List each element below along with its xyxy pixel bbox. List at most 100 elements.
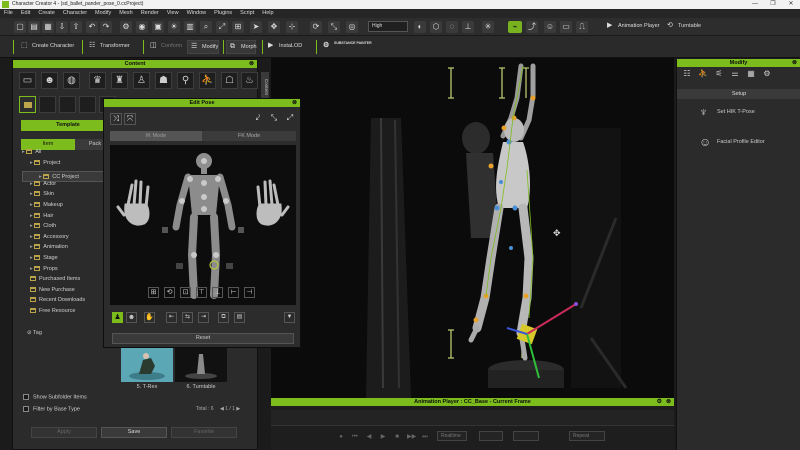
template-folder-icon[interactable] — [19, 96, 36, 113]
paste-icon[interactable]: ▤ — [234, 312, 245, 323]
filter-base-checkbox[interactable]: Filter by Base Type — [23, 406, 80, 412]
show-subfolder-checkbox[interactable]: Show Subfolder Items — [23, 394, 87, 400]
stop-icon[interactable]: ■ — [393, 433, 401, 441]
body-select-icon[interactable]: ♟ — [112, 312, 123, 323]
save-project-icon[interactable]: ▦ — [42, 21, 54, 33]
head-select-icon[interactable]: ☻ — [126, 312, 137, 323]
next-frame-icon[interactable]: ▶▶ — [407, 433, 416, 441]
redo-icon[interactable]: ↷ — [100, 21, 112, 33]
menu-view[interactable]: View — [163, 9, 183, 18]
skin-category-icon[interactable]: ◍ — [63, 72, 80, 89]
minimize-button[interactable]: — — [746, 0, 764, 9]
paste-pose-icon[interactable]: ⤢ — [284, 113, 296, 125]
new-project-icon[interactable]: ▢ — [14, 21, 26, 33]
checker-icon[interactable]: ▦ — [745, 69, 757, 79]
mirror-icon[interactable]: ⤦ — [252, 113, 264, 125]
mirror-left-icon[interactable]: ⇆ — [182, 312, 193, 323]
tab-template[interactable]: Template — [21, 120, 115, 131]
accessory-category-icon[interactable]: ♙ — [133, 72, 150, 89]
tree-item[interactable]: Free Resource — [22, 306, 115, 317]
hand-select-icon[interactable]: ✋ — [144, 312, 155, 323]
effector-icon[interactable]: ⊣ — [244, 287, 255, 298]
close-window-button[interactable]: ✕ — [782, 0, 800, 9]
tree-item[interactable]: ▸ Props — [22, 264, 115, 275]
light-icon[interactable]: ☀ — [168, 21, 180, 33]
fit-view-icon[interactable]: ⤢ — [216, 21, 228, 33]
stage-icon[interactable]: ▥ — [184, 21, 196, 33]
close-icon[interactable]: ⊗ — [249, 60, 254, 68]
tree-item[interactable]: New Purchase — [22, 285, 115, 296]
reach-icon[interactable]: ⊥ — [212, 287, 223, 298]
play-icon[interactable]: ▶ — [379, 433, 387, 441]
xray-icon[interactable]: ◌ — [446, 21, 458, 33]
pagination[interactable]: ◀ 1 / 1 ▶ — [220, 406, 240, 412]
morph-slider-icon[interactable]: ☷ — [681, 69, 693, 79]
maximize-button[interactable]: ❐ — [764, 0, 782, 9]
align-icon[interactable]: ⊞ — [148, 287, 159, 298]
menu-character[interactable]: Character — [59, 9, 91, 18]
bone-icon[interactable]: ⊥ — [462, 21, 474, 33]
shading-icon[interactable]: ◐ — [414, 21, 426, 33]
menu-window[interactable]: Window — [183, 9, 211, 18]
import-icon[interactable]: ⇩ — [56, 21, 68, 33]
open-project-icon[interactable]: ▤ — [28, 21, 40, 33]
move-icon[interactable]: ✥ — [268, 21, 280, 33]
save-button[interactable]: Save — [101, 427, 167, 438]
prev-key-icon[interactable]: ⇤ — [166, 312, 177, 323]
frame-input[interactable] — [479, 431, 503, 441]
folder-icon[interactable] — [59, 96, 76, 113]
rotate-bone-icon[interactable]: ⟲ — [164, 287, 175, 298]
camera-icon[interactable]: ▣ — [152, 21, 164, 33]
pin-icon[interactable]: ⊤ — [196, 287, 207, 298]
mocap-icon[interactable]: ⎍ — [576, 21, 588, 33]
menu-create[interactable]: Create — [34, 9, 59, 18]
project-category-icon[interactable]: ▭ — [19, 72, 36, 89]
last-frame-icon[interactable]: ⏭ — [421, 433, 429, 441]
undo-icon[interactable]: ↶ — [86, 21, 98, 33]
grid-icon[interactable]: ⊞ — [232, 21, 244, 33]
mirror-right-icon[interactable]: ⇥ — [198, 312, 209, 323]
timeline-strip[interactable] — [271, 410, 674, 426]
tree-item[interactable]: ▸ Actor — [22, 179, 115, 190]
tree-item[interactable]: ▸ Hair — [22, 211, 115, 222]
actor-category-icon[interactable]: ☻ — [41, 72, 58, 89]
menu-render[interactable]: Render — [137, 9, 163, 18]
record-icon[interactable]: ● — [337, 433, 345, 441]
fk-tool-icon[interactable]: ⤧ — [124, 113, 136, 125]
turntable-thumbnail[interactable] — [175, 346, 227, 382]
transformer-button[interactable]: ☷ Transformer — [86, 40, 138, 54]
adjust-icon[interactable]: ⚟ — [713, 69, 725, 79]
menu-plugins[interactable]: Plugins — [210, 9, 236, 18]
pose-category-icon[interactable]: ⚲ — [177, 72, 194, 89]
tree-item[interactable]: ▸ Project — [22, 158, 115, 169]
face-icon[interactable]: ☺ — [544, 21, 556, 33]
props-category-icon[interactable]: ♨ — [241, 72, 258, 89]
hair-category-icon[interactable]: ♛ — [89, 72, 106, 89]
close-icon[interactable]: ⊗ — [292, 99, 297, 107]
cloth-category-icon[interactable]: ♜ — [111, 72, 128, 89]
create-character-button[interactable]: ⬚ Create Character — [18, 40, 78, 54]
tree-item[interactable]: ▸ Makeup — [22, 200, 115, 211]
tab-ik-mode[interactable]: IK Mode — [110, 131, 202, 141]
repeat-select[interactable]: Repeat — [569, 431, 605, 441]
modify-button[interactable]: ☰ Modify — [187, 40, 219, 54]
substance-button[interactable]: ⚙ SUBSTANCE PAINTER — [320, 40, 372, 54]
apply-button[interactable]: Apply — [31, 427, 97, 438]
prev-frame-icon[interactable]: ◀ — [365, 433, 373, 441]
copy-pose-icon[interactable]: ⤡ — [268, 113, 280, 125]
trex-thumbnail[interactable] — [121, 346, 173, 382]
rotate-icon[interactable]: ⟳ — [310, 21, 322, 33]
close-icon[interactable]: ⊗ — [792, 59, 797, 67]
anchor-icon[interactable]: ⊢ — [228, 287, 239, 298]
tree-item[interactable]: ▸ All — [22, 147, 115, 158]
timeline-icon[interactable]: ▭ — [560, 21, 572, 33]
physics-icon[interactable]: ⚙ — [761, 69, 773, 79]
sun-icon[interactable]: ✳ — [482, 21, 494, 33]
scale-icon[interactable]: ⤡ — [328, 21, 340, 33]
sliders-icon[interactable]: ⚌ — [729, 69, 741, 79]
lock-icon[interactable]: ⊡ — [180, 287, 191, 298]
ik-tool-icon[interactable]: ⤨ — [110, 113, 122, 125]
favorite-button[interactable]: Favorite — [171, 427, 237, 438]
3d-viewport[interactable]: ✥ — [271, 58, 674, 398]
more-menu-icon[interactable]: ▼ — [284, 312, 295, 323]
